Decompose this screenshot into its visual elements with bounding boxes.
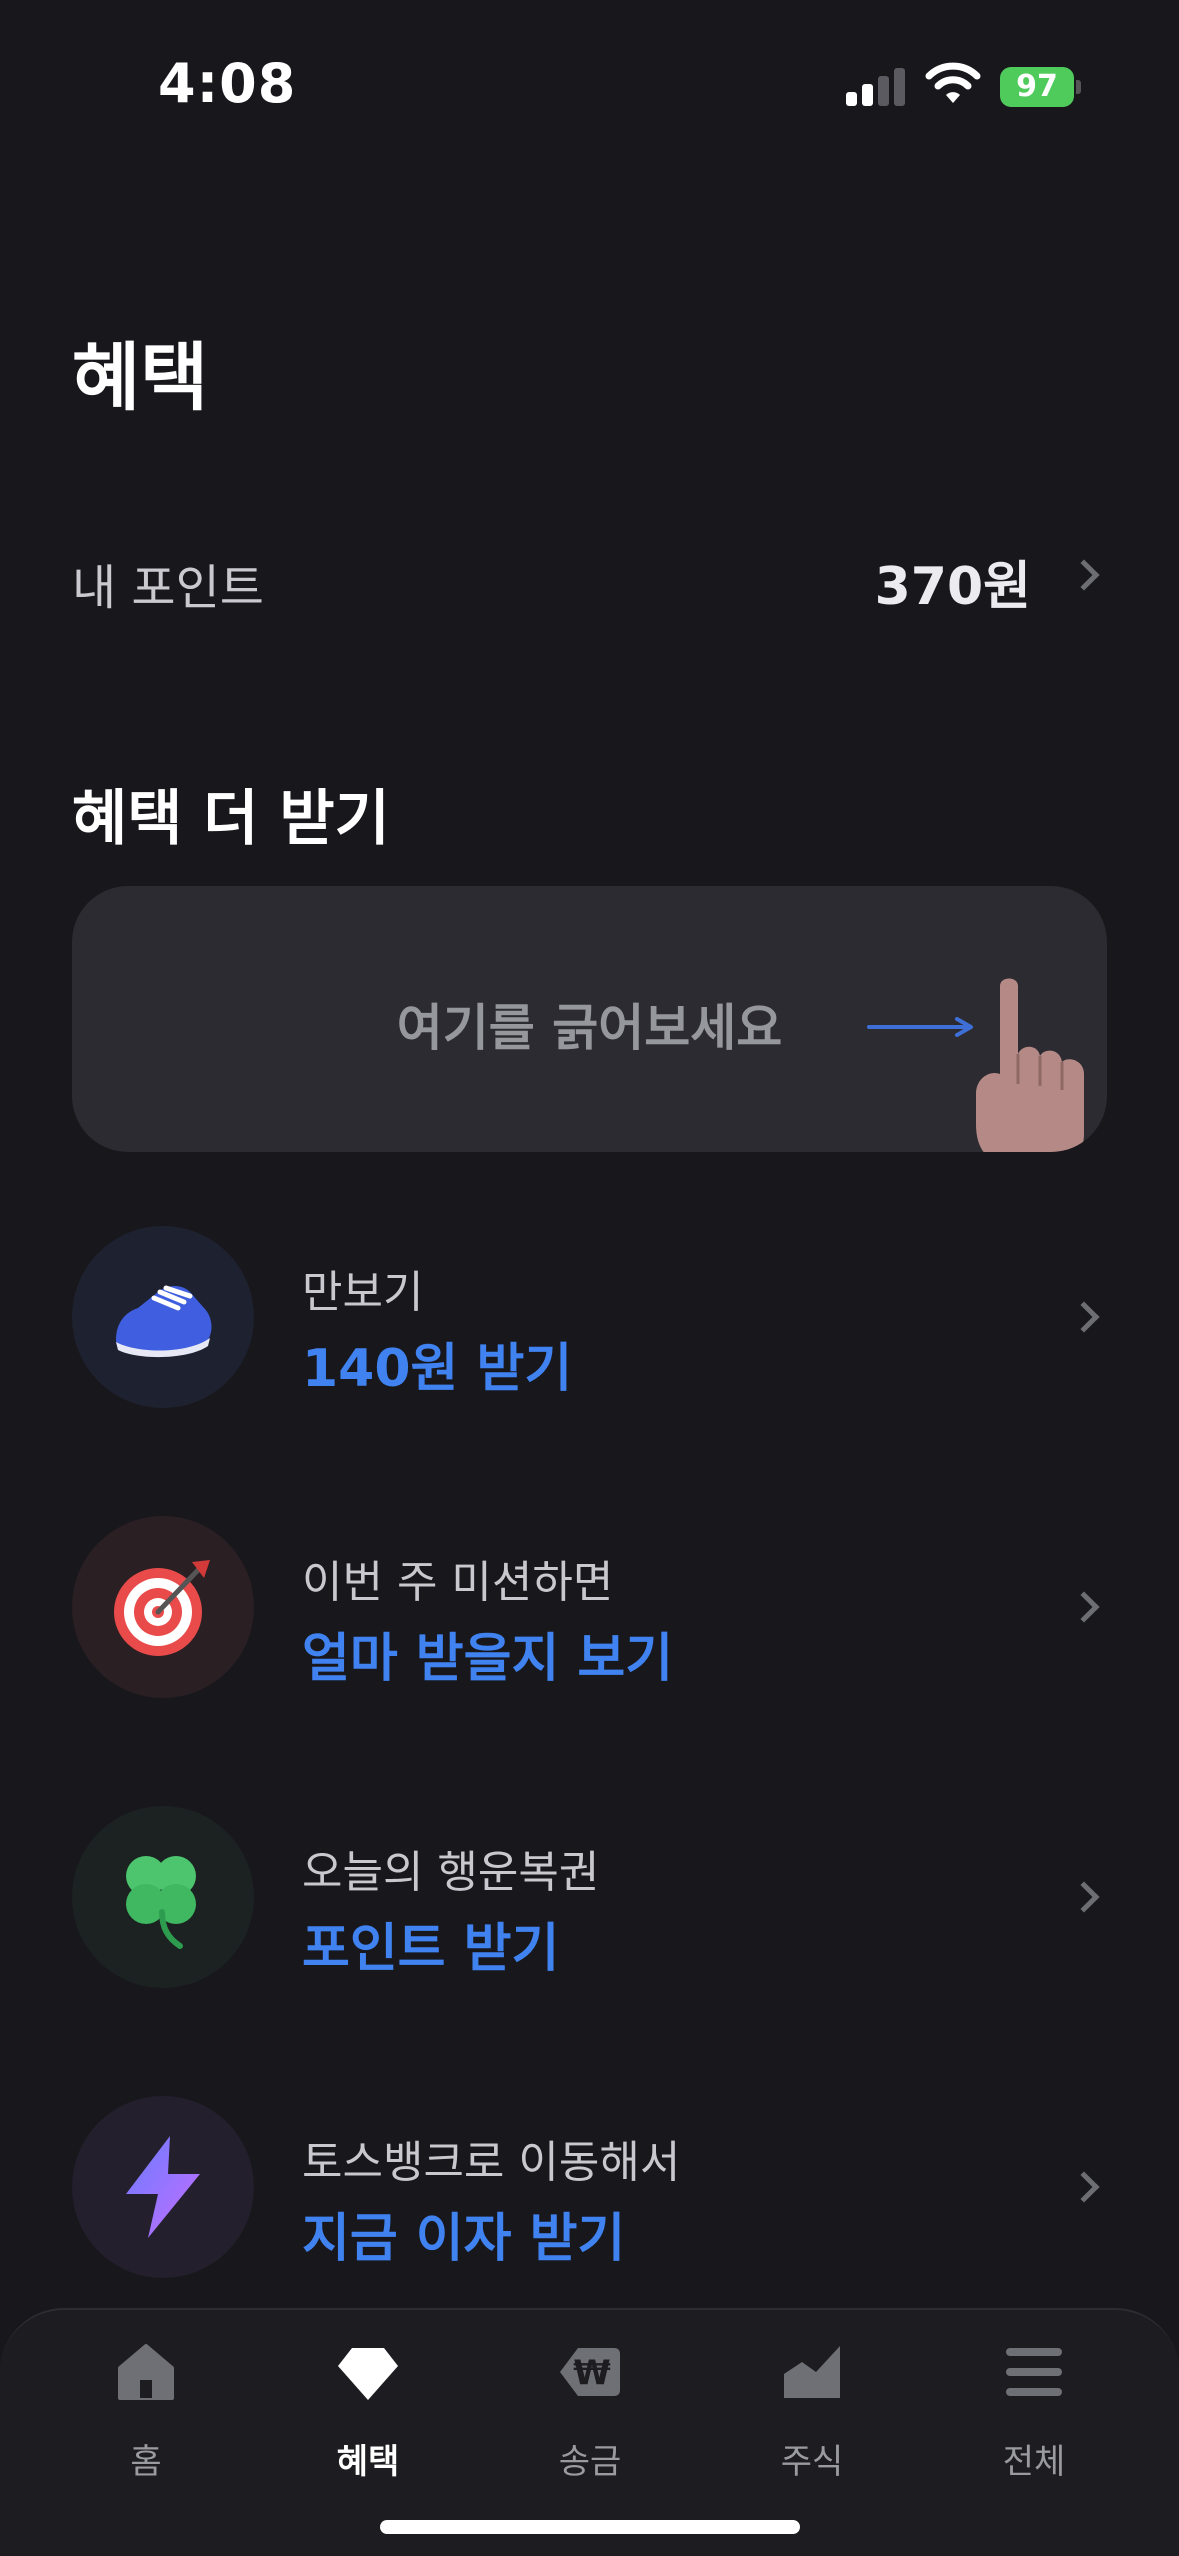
arrow-right-icon	[867, 1017, 973, 1037]
menu-icon	[1006, 2348, 1062, 2396]
tab-label: 송금	[558, 2442, 622, 2482]
battery-icon: 97	[1000, 67, 1081, 107]
benefit-icon-container	[72, 1226, 254, 1408]
chart-icon	[784, 2346, 840, 2398]
wifi-icon	[925, 62, 981, 106]
chevron-right-icon	[1068, 2171, 1100, 2203]
target-icon	[114, 1560, 210, 1656]
tab-stocks[interactable]: 주식	[722, 2340, 902, 2490]
tab-label: 전체	[1002, 2442, 1066, 2482]
points-label: 내 포인트	[72, 560, 264, 616]
chevron-right-icon	[1068, 1881, 1100, 1913]
scratch-card[interactable]: 여기를 긁어보세요	[72, 886, 1107, 1152]
tab-benefits[interactable]: 혜택	[278, 2340, 458, 2490]
benefit-pedometer[interactable]: 만보기 140원 받기	[72, 1226, 1107, 1410]
benefit-toss-bank-interest[interactable]: 토스뱅크로 이동해서 지금 이자 받기	[72, 2096, 1107, 2280]
benefit-lucky-lottery[interactable]: 오늘의 행운복권 포인트 받기	[72, 1806, 1107, 1990]
status-time: 4:08	[158, 52, 297, 115]
page-title: 혜택	[72, 335, 209, 421]
won-icon: ₩	[560, 2348, 620, 2396]
benefit-subtitle: 토스뱅크로 이동해서	[302, 2137, 681, 2188]
home-icon	[118, 2344, 174, 2400]
status-bar: 4:08 97	[0, 0, 1179, 170]
benefit-action: 포인트 받기	[302, 1919, 560, 1979]
my-points-row[interactable]: 내 포인트 370원	[72, 540, 1107, 617]
benefit-subtitle: 이번 주 미션하면	[302, 1557, 614, 1608]
tab-label: 홈	[130, 2442, 162, 2482]
benefit-subtitle: 오늘의 행운복권	[302, 1847, 600, 1898]
chevron-right-icon	[1068, 1301, 1100, 1333]
svg-text:₩: ₩	[573, 2353, 611, 2393]
cellular-signal-icon	[846, 66, 906, 106]
tab-home[interactable]: 홈	[56, 2340, 236, 2490]
tab-transfer[interactable]: ₩ 송금	[500, 2340, 680, 2490]
tab-label: 혜택	[336, 2442, 400, 2482]
benefit-action: 얼마 받을지 보기	[302, 1629, 674, 1689]
home-indicator[interactable]	[380, 2520, 800, 2534]
diamond-icon	[338, 2348, 398, 2400]
benefit-icon-container	[72, 2096, 254, 2278]
battery-level: 97	[1000, 67, 1074, 107]
tab-label: 주식	[780, 2442, 844, 2482]
pointing-hand-icon	[976, 978, 1084, 1152]
chevron-right-icon	[1068, 559, 1100, 591]
benefit-icon-container	[72, 1516, 254, 1698]
benefit-action: 140원 받기	[302, 1339, 573, 1399]
benefit-action: 지금 이자 받기	[302, 2209, 626, 2269]
chevron-right-icon	[1068, 1591, 1100, 1623]
bottom-tab-bar: 홈 혜택 ₩ 송금 주식 전체	[0, 2308, 1179, 2556]
benefit-icon-container	[72, 1806, 254, 1988]
benefit-weekly-mission[interactable]: 이번 주 미션하면 얼마 받을지 보기	[72, 1516, 1107, 1700]
points-value: 370원	[874, 557, 1031, 617]
section-title: 혜택 더 받기	[72, 784, 390, 854]
sneaker-icon	[116, 1285, 212, 1358]
benefit-subtitle: 만보기	[302, 1267, 424, 1318]
tab-all[interactable]: 전체	[944, 2340, 1124, 2490]
clover-icon	[126, 1856, 196, 1949]
lightning-icon	[126, 2136, 200, 2238]
